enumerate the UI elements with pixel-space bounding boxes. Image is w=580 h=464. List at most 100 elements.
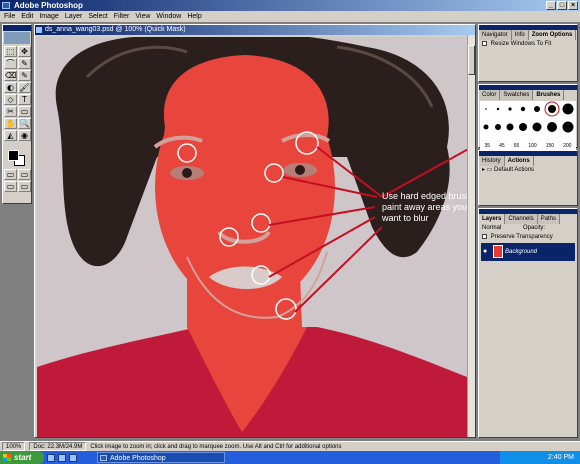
menu-file[interactable]: File <box>4 11 15 22</box>
vertical-scrollbar[interactable] <box>467 35 475 437</box>
tab-info[interactable]: Info <box>511 30 529 40</box>
brush-size-35[interactable]: 35 <box>485 143 491 149</box>
magic-wand-tool-icon[interactable]: ✎ <box>18 58 31 69</box>
foreground-color-swatch[interactable] <box>8 150 19 161</box>
menu-view[interactable]: View <box>135 11 150 22</box>
clock[interactable]: 2:40 PM <box>548 454 574 461</box>
scrollbar-thumb[interactable] <box>468 45 475 75</box>
menu-bar: File Edit Image Layer Select Filter View… <box>0 11 580 22</box>
hand-tool-icon[interactable]: ✋ <box>4 118 17 129</box>
start-label: start <box>14 453 32 462</box>
photo-quickmask-illustration <box>37 37 467 437</box>
zoom-tool-icon[interactable]: 🔍 <box>18 118 31 129</box>
resize-windows-checkbox[interactable] <box>482 40 487 46</box>
fullscreen-mode-icon[interactable]: ▭ <box>18 181 31 192</box>
gradient-tool-icon[interactable]: ▭ <box>18 106 31 117</box>
preserve-transparency-label: Preserve Transparency <box>490 234 553 240</box>
brush-preset-grid: 35 45 65 100 150 200 <box>480 101 576 151</box>
pencil-tool-icon[interactable]: ✎ <box>18 70 31 81</box>
document-icon <box>36 27 42 33</box>
layer-options-row: Normal Opacity: <box>479 224 577 233</box>
quicklaunch-desktop-icon[interactable] <box>69 453 77 462</box>
menu-layer[interactable]: Layer <box>65 11 83 22</box>
tab-channels[interactable]: Channels <box>505 214 538 224</box>
layer-row-background[interactable]: ● Background <box>481 243 575 261</box>
paint-bucket-tool-icon[interactable]: ◭ <box>4 130 17 141</box>
document-title: ds_anna_wang03.psd @ 100% (Quick Mask) <box>45 26 186 33</box>
menu-window[interactable]: Window <box>156 11 181 22</box>
app-title-bar: Adobe Photoshop _ □ × <box>0 0 580 11</box>
preserve-transparency-option[interactable]: Preserve Transparency <box>479 233 577 242</box>
tab-navigator[interactable]: Navigator <box>479 30 512 40</box>
standard-mode-icon[interactable]: ▭ <box>4 169 17 180</box>
menu-help[interactable]: Help <box>187 11 201 22</box>
marquee-tool-icon[interactable]: ⬚ <box>4 46 17 57</box>
folder-icon: ▸ ▭ <box>482 167 495 173</box>
start-button[interactable]: start <box>0 451 44 464</box>
tab-swatches[interactable]: Swatches <box>500 90 534 100</box>
brush-size-200[interactable]: 200 <box>563 143 571 149</box>
actions-tabs: History Actions <box>479 156 577 166</box>
maximize-button[interactable]: □ <box>557 1 567 10</box>
status-bar: 100% Doc: 22.3M/24.9M Click image to zoo… <box>0 441 580 451</box>
resize-windows-option[interactable]: Resize Windows To Fit <box>479 40 577 49</box>
type-tool-icon[interactable]: T <box>18 94 31 105</box>
brushes-tabs: Color Swatches Brushes <box>479 90 577 100</box>
document-title-bar[interactable]: ds_anna_wang03.psd @ 100% (Quick Mask) <box>35 25 475 35</box>
layers-palette: Layers Channels Paths Normal Opacity: Pr… <box>478 208 578 438</box>
menu-image[interactable]: Image <box>39 11 58 22</box>
tab-color[interactable]: Color <box>479 90 501 100</box>
brush-size-45[interactable]: 45 <box>499 143 505 149</box>
crop-tool-icon[interactable]: ✂ <box>4 106 17 117</box>
blend-mode-select[interactable]: Normal <box>482 225 501 231</box>
resize-windows-label: Resize Windows To Fit <box>490 41 552 47</box>
toolbox-palette: ⬚ ✥ ⌒ ✎ ⌫ ✎ ◐ 🖌 ◇ T ✂ ▭ ✋ 🔍 ◭ ◉ ▭ ▭ ▭ ▭ <box>2 24 32 204</box>
layer-thumbnail <box>493 245 503 258</box>
minimize-button[interactable]: _ <box>546 1 556 10</box>
mode-buttons: ▭ ▭ ▭ ▭ <box>3 168 31 193</box>
layers-tabs: Layers Channels Paths <box>479 214 577 224</box>
tab-zoom-options[interactable]: Zoom Options <box>528 30 577 40</box>
action-set-name: Default Actions <box>494 167 535 173</box>
tab-layers[interactable]: Layers <box>479 214 506 224</box>
eraser-tool-icon[interactable]: ⌫ <box>4 70 17 81</box>
tab-brushes[interactable]: Brushes <box>533 90 565 100</box>
quicklaunch-ie-icon[interactable] <box>47 453 55 462</box>
eyedropper-tool-icon[interactable]: ◉ <box>18 130 31 141</box>
quick-mask-mode-icon[interactable]: ▭ <box>18 169 31 180</box>
move-tool-icon[interactable]: ✥ <box>18 46 31 57</box>
screen-mode-icon[interactable]: ▭ <box>4 181 17 192</box>
menu-select[interactable]: Select <box>88 11 107 22</box>
doc-size[interactable]: Doc: 22.3M/24.9M <box>29 442 87 451</box>
tab-actions[interactable]: Actions <box>504 156 534 166</box>
toolbox-title-bar[interactable] <box>3 25 31 31</box>
taskbar-photoshop-button[interactable]: Adobe Photoshop <box>97 452 225 463</box>
navigator-tabs: Navigator Info Zoom Options <box>479 30 577 40</box>
menu-edit[interactable]: Edit <box>21 11 33 22</box>
task-label: Adobe Photoshop <box>110 455 166 462</box>
preserve-transparency-checkbox[interactable] <box>482 233 487 239</box>
tool-grid: ⬚ ✥ ⌒ ✎ ⌫ ✎ ◐ 🖌 ◇ T ✂ ▭ ✋ 🔍 ◭ ◉ <box>3 45 31 142</box>
system-tray: 2:40 PM <box>500 451 580 464</box>
quicklaunch-outlook-icon[interactable] <box>58 453 66 462</box>
brush-size-65[interactable]: 65 <box>514 143 520 149</box>
action-set-row[interactable]: ▸ ▭ Default Actions <box>479 166 577 175</box>
image-canvas[interactable]: Use hard edged brushes to paint away are… <box>37 37 467 437</box>
brush-size-100[interactable]: 100 <box>528 143 536 149</box>
tab-history[interactable]: History <box>479 156 505 166</box>
tab-paths[interactable]: Paths <box>537 214 561 224</box>
app-title: Adobe Photoshop <box>14 1 83 10</box>
close-button[interactable]: × <box>568 1 578 10</box>
windows-logo-icon <box>3 454 11 461</box>
lasso-tool-icon[interactable]: ⌒ <box>4 58 17 69</box>
zoom-level[interactable]: 100% <box>2 442 26 451</box>
menu-filter[interactable]: Filter <box>114 11 130 22</box>
brush-size-150[interactable]: 150 <box>546 143 554 149</box>
eye-visibility-icon[interactable]: ● <box>483 248 490 255</box>
dodge-tool-icon[interactable]: ◐ <box>4 82 17 93</box>
status-hint: Click image to zoom in; click and drag t… <box>90 444 342 450</box>
brush-tool-icon[interactable]: 🖌 <box>18 82 31 93</box>
annotation-text: Use hard edged brushes to paint away are… <box>382 191 467 223</box>
taskbar: start Adobe Photoshop 2:40 PM <box>0 451 580 464</box>
pen-tool-icon[interactable]: ◇ <box>4 94 17 105</box>
